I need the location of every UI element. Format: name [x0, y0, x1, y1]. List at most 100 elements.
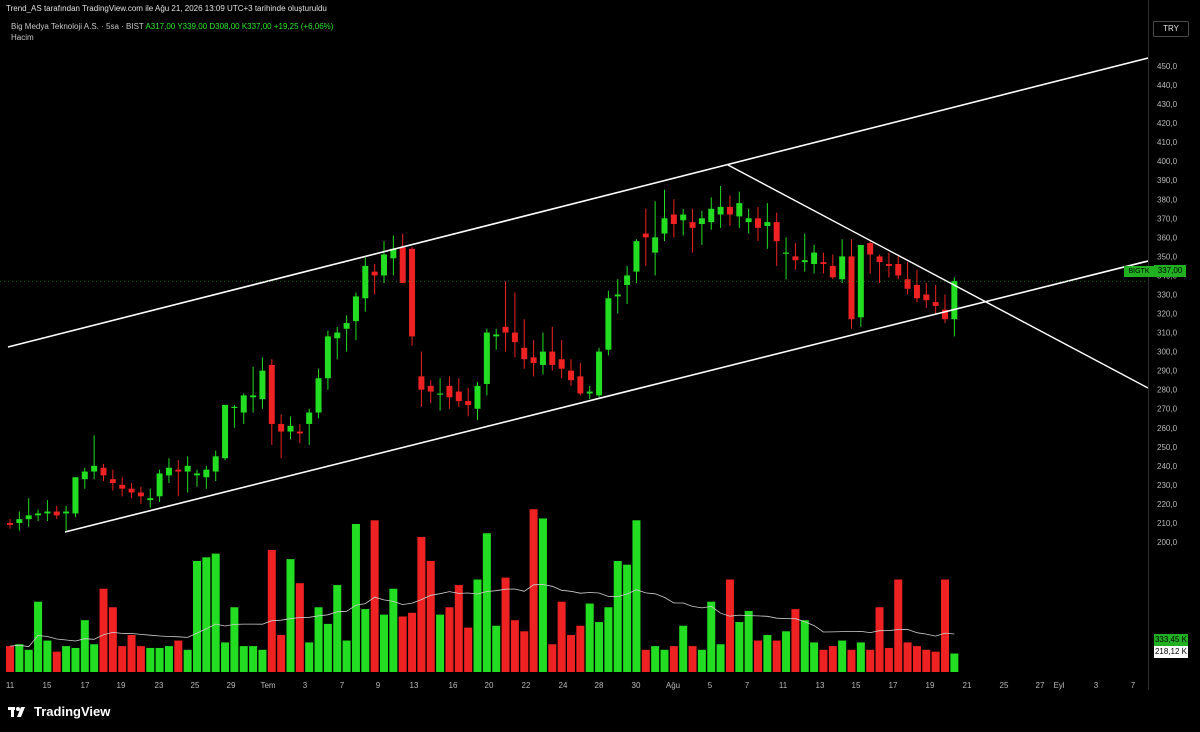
volume-bar: [230, 607, 239, 672]
candle: [437, 378, 444, 411]
volume-bar: [370, 520, 379, 672]
candle-body: [427, 385, 434, 392]
price-tick-label: 390,0: [1157, 176, 1178, 185]
time-tick-label: Ağu: [666, 681, 680, 690]
candle: [773, 212, 780, 266]
candle: [409, 246, 416, 346]
volume-bar: [408, 612, 417, 672]
candle: [231, 404, 238, 428]
price-axis[interactable]: 200,0 210,0 220,0 230,0 240,0 250,0 260,0 270,0…: [1148, 0, 1200, 690]
candle-body: [455, 391, 462, 402]
candle: [175, 460, 182, 497]
price-tick-label: 320,0: [1157, 310, 1178, 319]
candle-body: [670, 214, 677, 225]
price-axis-labels: 200,0 210,0 220,0 230,0 240,0 250,0 260,0 270,0…: [1157, 62, 1178, 547]
candle: [128, 482, 135, 499]
price-tick-label: 310,0: [1157, 329, 1178, 338]
volume-bar: [838, 640, 847, 672]
candle-body: [755, 218, 761, 228]
price-tick-label: 450,0: [1157, 62, 1178, 71]
volume-bar: [436, 614, 445, 672]
candle-body: [530, 357, 537, 364]
volume-bar: [286, 559, 295, 672]
volume-bar: [903, 642, 912, 672]
candle-body: [848, 256, 855, 320]
volume-bar: [6, 646, 14, 672]
candle: [390, 235, 397, 276]
volume-bar: [520, 631, 529, 672]
candle-body: [371, 271, 378, 276]
volume-bar: [894, 579, 903, 672]
volume-bar: [62, 646, 71, 672]
candle: [212, 450, 219, 482]
candle: [474, 382, 481, 421]
candle: [801, 233, 808, 272]
candle-body: [829, 265, 836, 278]
candle-body: [175, 469, 182, 472]
volume-bar: [567, 635, 575, 672]
candle: [511, 292, 518, 358]
time-tick-label: 5: [708, 681, 713, 690]
volume-bar: [501, 577, 510, 672]
volume-bars: [6, 509, 959, 672]
time-axis[interactable]: 11 15 17 19 23 25 29 Tem 3 7 9 13 16 20 22 24 28 30 Ağu 5 7 1…: [0, 676, 1148, 696]
volume-bar: [744, 610, 753, 672]
time-tick-label: 13: [410, 681, 419, 690]
volume-bar: [249, 646, 258, 672]
candle-body: [605, 298, 612, 350]
candle: [586, 385, 593, 400]
candle-body: [222, 404, 229, 459]
candle: [446, 376, 453, 409]
candle: [7, 519, 13, 529]
candle-body: [25, 515, 32, 520]
volume-bar: [828, 646, 837, 672]
candle-body: [240, 395, 247, 413]
tradingview-logo[interactable]: TradingView: [8, 704, 110, 719]
volume-bar: [445, 607, 454, 672]
price-chart[interactable]: [0, 0, 1148, 698]
time-tick-label: 19: [117, 681, 126, 690]
volume-bar: [763, 635, 772, 672]
candle: [194, 469, 200, 487]
candle: [642, 208, 649, 266]
candle: [521, 319, 528, 369]
time-tick-label: 17: [81, 681, 90, 690]
volume-bar: [595, 622, 604, 672]
candle-body: [586, 391, 593, 394]
volume-bar: [604, 607, 613, 672]
candle: [137, 486, 144, 504]
candle-body: [343, 323, 350, 329]
candle-body: [109, 479, 116, 483]
candle: [857, 244, 864, 327]
volume-bar: [351, 524, 360, 672]
candle: [418, 351, 425, 407]
volume-bar: [866, 649, 875, 672]
candle: [203, 465, 210, 489]
candle-body: [418, 376, 425, 390]
candle: [661, 189, 668, 242]
candle: [483, 328, 490, 396]
volume-bar: [43, 640, 52, 672]
candle-body: [913, 284, 920, 299]
candle-body: [820, 262, 827, 265]
candle-body: [231, 406, 238, 409]
volume-bar: [277, 635, 286, 672]
last-price-badge: 337,00: [1154, 265, 1186, 277]
candle: [306, 408, 313, 445]
candle: [165, 458, 172, 483]
volume-bar: [99, 588, 108, 672]
volume-bar: [707, 601, 716, 672]
candle: [614, 279, 621, 314]
candle: [680, 208, 687, 236]
footer: TradingView: [0, 698, 1200, 732]
candle-body: [521, 347, 528, 360]
volume-bar: [632, 520, 641, 672]
candle-body: [7, 522, 13, 525]
candle: [876, 254, 883, 284]
candle: [324, 330, 331, 390]
volume-bar: [782, 631, 791, 672]
time-tick-label: 25: [1000, 681, 1009, 690]
candle: [222, 404, 229, 461]
candle-body: [680, 214, 687, 221]
currency-badge[interactable]: TRY: [1153, 21, 1189, 37]
